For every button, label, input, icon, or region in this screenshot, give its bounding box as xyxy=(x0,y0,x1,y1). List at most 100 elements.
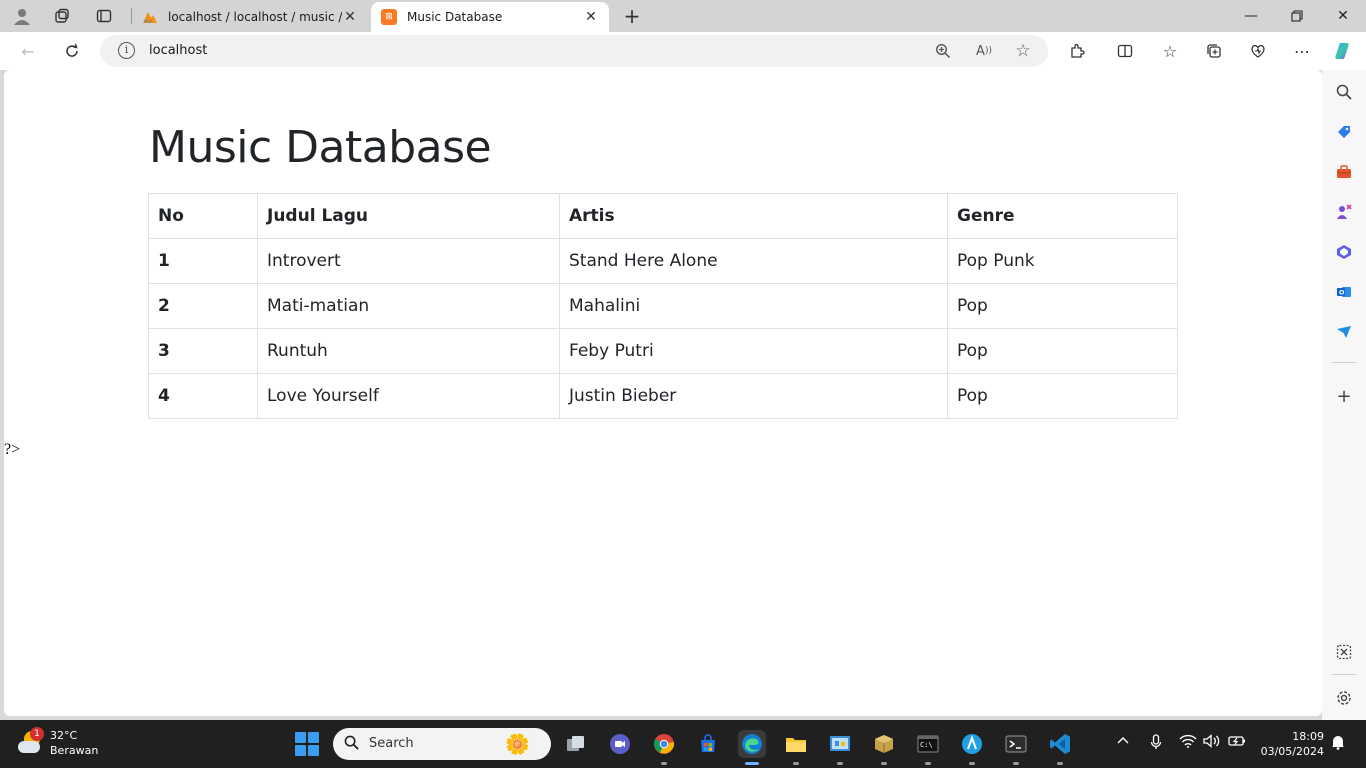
tab-title: localhost / localhost / music / mu xyxy=(168,10,342,24)
command-prompt-icon[interactable]: C:\ xyxy=(914,730,942,758)
table-header-row: No Judul Lagu Artis Genre xyxy=(148,193,1178,239)
file-explorer-icon[interactable] xyxy=(782,730,810,758)
table-row: 1 Introvert Stand Here Alone Pop Punk xyxy=(148,238,1178,284)
browser-toolbar: ← i localhost A)) ☆ ☆ ⋯ xyxy=(0,32,1366,70)
running-indicator xyxy=(1057,762,1063,765)
cell-genre: Pop Punk xyxy=(947,238,1178,284)
tab-phpmyadmin[interactable]: PMA localhost / localhost / music / mu ✕ xyxy=(132,2,368,32)
package-manager-icon[interactable] xyxy=(870,730,898,758)
tab-actions-icon[interactable] xyxy=(90,4,118,28)
control-panel-icon[interactable] xyxy=(826,730,854,758)
read-aloud-icon[interactable]: A)) xyxy=(974,41,994,61)
zoom-icon[interactable] xyxy=(933,41,953,61)
weather-cloudy-icon: 1 xyxy=(16,727,44,757)
cell-no: 3 xyxy=(148,328,258,374)
sidebar-divider xyxy=(1332,674,1356,675)
cell-no: 4 xyxy=(148,373,258,419)
edge-icon[interactable] xyxy=(738,730,766,758)
more-options-icon[interactable]: ⋯ xyxy=(1290,40,1314,62)
cell-artis: Stand Here Alone xyxy=(559,238,948,284)
start-button[interactable] xyxy=(295,732,319,756)
minimize-button[interactable]: — xyxy=(1228,0,1274,32)
microsoft-store-icon[interactable] xyxy=(694,730,722,758)
cell-judul: Love Yourself xyxy=(257,373,560,419)
tab-music-database[interactable]: ⊠ Music Database ✕ xyxy=(371,2,609,32)
profile-icon[interactable] xyxy=(8,4,36,28)
notification-badge: 1 xyxy=(30,727,44,741)
table-row: 4 Love Yourself Justin Bieber Pop xyxy=(148,373,1178,419)
cell-artis: Justin Bieber xyxy=(559,373,948,419)
volume-icon[interactable] xyxy=(1203,734,1221,752)
cell-genre: Pop xyxy=(947,283,1178,329)
sidebar-divider xyxy=(1332,362,1356,363)
chrome-icon[interactable] xyxy=(650,730,678,758)
address-text[interactable]: localhost xyxy=(149,43,207,58)
workspaces-icon[interactable] xyxy=(48,4,76,28)
split-screen-icon[interactable] xyxy=(1113,40,1137,62)
phpmyadmin-icon: PMA xyxy=(142,9,158,25)
weather-temp: 32°C xyxy=(50,729,78,742)
add-sidebar-app-icon[interactable]: + xyxy=(1334,386,1354,407)
microsoft365-icon[interactable] xyxy=(1334,242,1354,262)
notifications-bell-icon[interactable] xyxy=(1331,734,1345,754)
drop-icon[interactable] xyxy=(1334,322,1354,342)
vscode-icon[interactable] xyxy=(1046,730,1074,758)
copilot-icon[interactable] xyxy=(1332,40,1356,62)
microphone-icon[interactable] xyxy=(1150,734,1162,754)
close-icon[interactable]: ✕ xyxy=(342,9,358,25)
running-indicator xyxy=(1013,762,1019,765)
svg-text:PMA: PMA xyxy=(144,19,153,24)
games-icon[interactable] xyxy=(1334,202,1354,222)
header-no: No xyxy=(148,193,258,239)
address-bar[interactable]: i localhost A)) ☆ xyxy=(100,35,1048,67)
cell-judul: Mati-matian xyxy=(257,283,560,329)
terminal-icon[interactable] xyxy=(1002,730,1030,758)
cell-judul: Runtuh xyxy=(257,328,560,374)
cell-artis: Feby Putri xyxy=(559,328,948,374)
music-table: No Judul Lagu Artis Genre 1 Introvert St… xyxy=(148,193,1178,419)
wifi-icon[interactable] xyxy=(1179,734,1197,752)
refresh-button[interactable] xyxy=(60,40,84,62)
extensions-icon[interactable] xyxy=(1065,40,1089,62)
browser-essentials-icon[interactable] xyxy=(1246,40,1270,62)
weather-widget[interactable]: 1 32°C Berawan xyxy=(16,727,99,758)
system-clock[interactable]: 18:09 03/05/2024 xyxy=(1258,729,1324,759)
hide-sidebar-icon[interactable] xyxy=(1334,642,1354,662)
running-indicator xyxy=(793,762,799,765)
cell-artis: Mahalini xyxy=(559,283,948,329)
restore-button[interactable] xyxy=(1274,0,1320,32)
close-window-button[interactable]: ✕ xyxy=(1320,0,1366,32)
visual-studio-icon[interactable] xyxy=(958,730,986,758)
task-view-icon[interactable] xyxy=(562,730,590,758)
shopping-tag-icon[interactable] xyxy=(1334,122,1354,142)
site-info-icon[interactable]: i xyxy=(118,42,135,59)
show-hidden-icons[interactable] xyxy=(1116,734,1130,752)
sidebar-settings-icon[interactable] xyxy=(1334,688,1354,708)
weather-condition: Berawan xyxy=(50,744,99,757)
cell-genre: Pop xyxy=(947,373,1178,419)
running-indicator xyxy=(969,762,975,765)
battery-icon[interactable] xyxy=(1228,734,1246,752)
back-button[interactable]: ← xyxy=(16,40,40,62)
running-indicator xyxy=(925,762,931,765)
search-icon[interactable] xyxy=(1334,82,1354,102)
tools-icon[interactable] xyxy=(1334,162,1354,182)
tab-strip: PMA localhost / localhost / music / mu ✕… xyxy=(0,0,1366,32)
xampp-icon: ⊠ xyxy=(381,9,397,25)
running-indicator xyxy=(881,762,887,765)
header-artis: Artis xyxy=(559,193,948,239)
favorite-star-icon[interactable]: ☆ xyxy=(1013,41,1033,61)
outlook-icon[interactable]: O xyxy=(1334,282,1354,302)
taskbar-search[interactable]: Search 🌼 xyxy=(333,728,551,760)
cell-no: 2 xyxy=(148,283,258,329)
clock-time: 18:09 xyxy=(1292,730,1324,743)
favorites-icon[interactable]: ☆ xyxy=(1158,40,1182,62)
table-row: 3 Runtuh Feby Putri Pop xyxy=(148,328,1178,374)
header-judul-lagu: Judul Lagu xyxy=(257,193,560,239)
new-tab-button[interactable]: + xyxy=(620,4,644,28)
teams-meet-icon[interactable] xyxy=(606,730,634,758)
svg-text:O: O xyxy=(1339,289,1345,297)
close-icon[interactable]: ✕ xyxy=(583,9,599,25)
collections-icon[interactable] xyxy=(1202,40,1226,62)
running-indicator xyxy=(837,762,843,765)
